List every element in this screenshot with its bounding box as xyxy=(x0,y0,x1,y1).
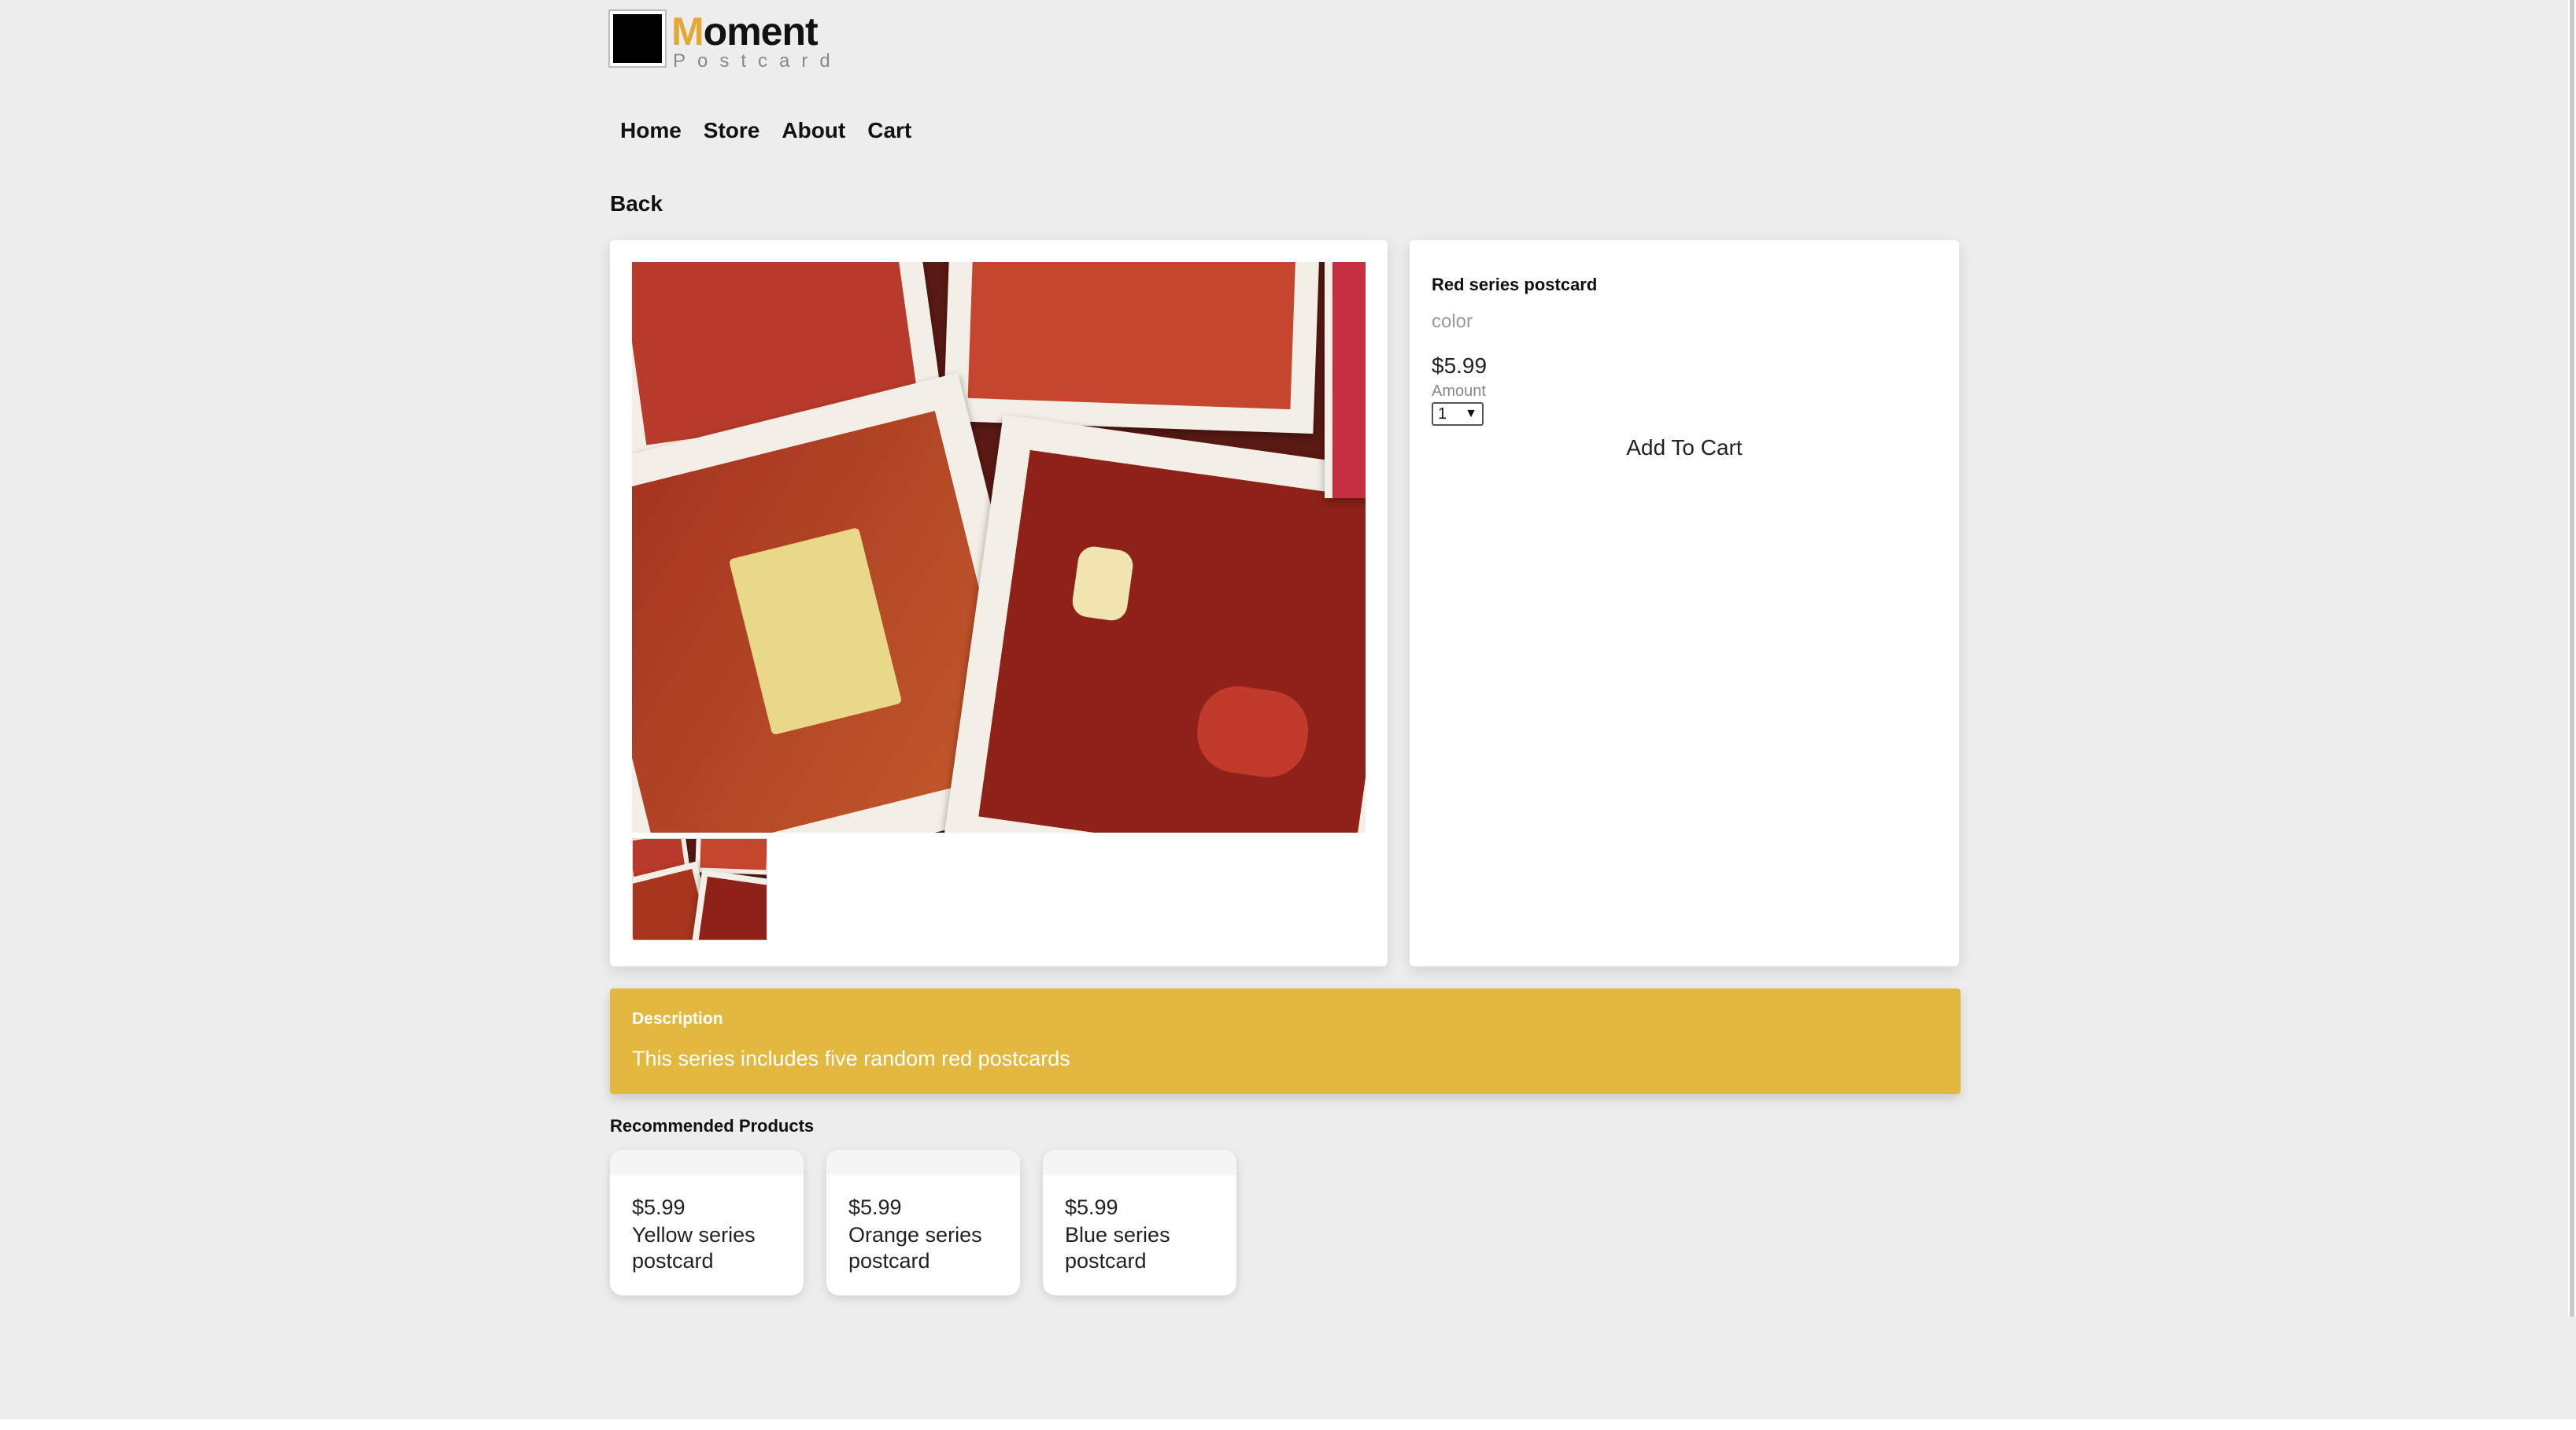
nav-cart[interactable]: Cart xyxy=(867,118,911,143)
description-title: Description xyxy=(632,1010,723,1028)
product-thumbnail[interactable] xyxy=(632,838,767,940)
amount-select[interactable]: 1 ▼ xyxy=(1432,402,1484,426)
logo-wordmark: Moment xyxy=(671,11,842,52)
product-gallery xyxy=(610,240,1388,966)
recommended-price: $5.99 xyxy=(1065,1195,1118,1219)
product-color-label[interactable]: color xyxy=(1432,311,1473,333)
logo[interactable]: Moment Postcard xyxy=(608,9,842,72)
chevron-down-icon: ▼ xyxy=(1465,407,1477,420)
product-info-panel: Red series postcard color $5.99 Amount 1… xyxy=(1410,240,1959,966)
recommended-name: Blue series postcard xyxy=(1065,1223,1170,1273)
main-nav: Home Store About Cart xyxy=(620,118,911,143)
amount-value: 1 xyxy=(1438,405,1447,423)
recommended-card-yellow[interactable]: $5.99 Yellow series postcard xyxy=(610,1150,804,1295)
scrollbar-thumb[interactable] xyxy=(2570,0,2574,1317)
recommended-name: Yellow series postcard xyxy=(632,1223,756,1273)
logo-tagline: Postcard xyxy=(673,50,842,72)
recommended-title: Recommended Products xyxy=(610,1116,815,1136)
recommended-card-orange[interactable]: $5.99 Orange series postcard xyxy=(826,1150,1020,1295)
description-panel: Description This series includes five ra… xyxy=(610,988,1961,1094)
description-text: This series includes five random red pos… xyxy=(632,1047,1070,1070)
recommended-price: $5.99 xyxy=(632,1195,686,1219)
footer-strip xyxy=(0,1419,2576,1430)
recommended-card-blue[interactable]: $5.99 Blue series postcard xyxy=(1043,1150,1236,1295)
nav-store[interactable]: Store xyxy=(704,118,760,143)
recommended-name: Orange series postcard xyxy=(848,1223,982,1273)
nav-home[interactable]: Home xyxy=(620,118,682,143)
logo-mark-icon xyxy=(608,9,667,68)
nav-about[interactable]: About xyxy=(782,118,845,143)
logo-rest: oment xyxy=(703,9,819,54)
amount-label: Amount xyxy=(1432,382,1486,400)
back-link[interactable]: Back xyxy=(610,191,663,216)
page: Moment Postcard Home Store About Cart Ba… xyxy=(0,0,2576,1430)
page-scrollbar[interactable] xyxy=(2568,0,2576,1317)
product-price: $5.99 xyxy=(1432,353,1488,378)
product-name: Red series postcard xyxy=(1432,275,1598,294)
logo-initial: M xyxy=(671,9,704,54)
add-to-cart-button[interactable]: Add To Cart xyxy=(1410,435,1959,460)
recommended-price: $5.99 xyxy=(848,1195,902,1219)
product-main-image[interactable] xyxy=(632,262,1366,833)
